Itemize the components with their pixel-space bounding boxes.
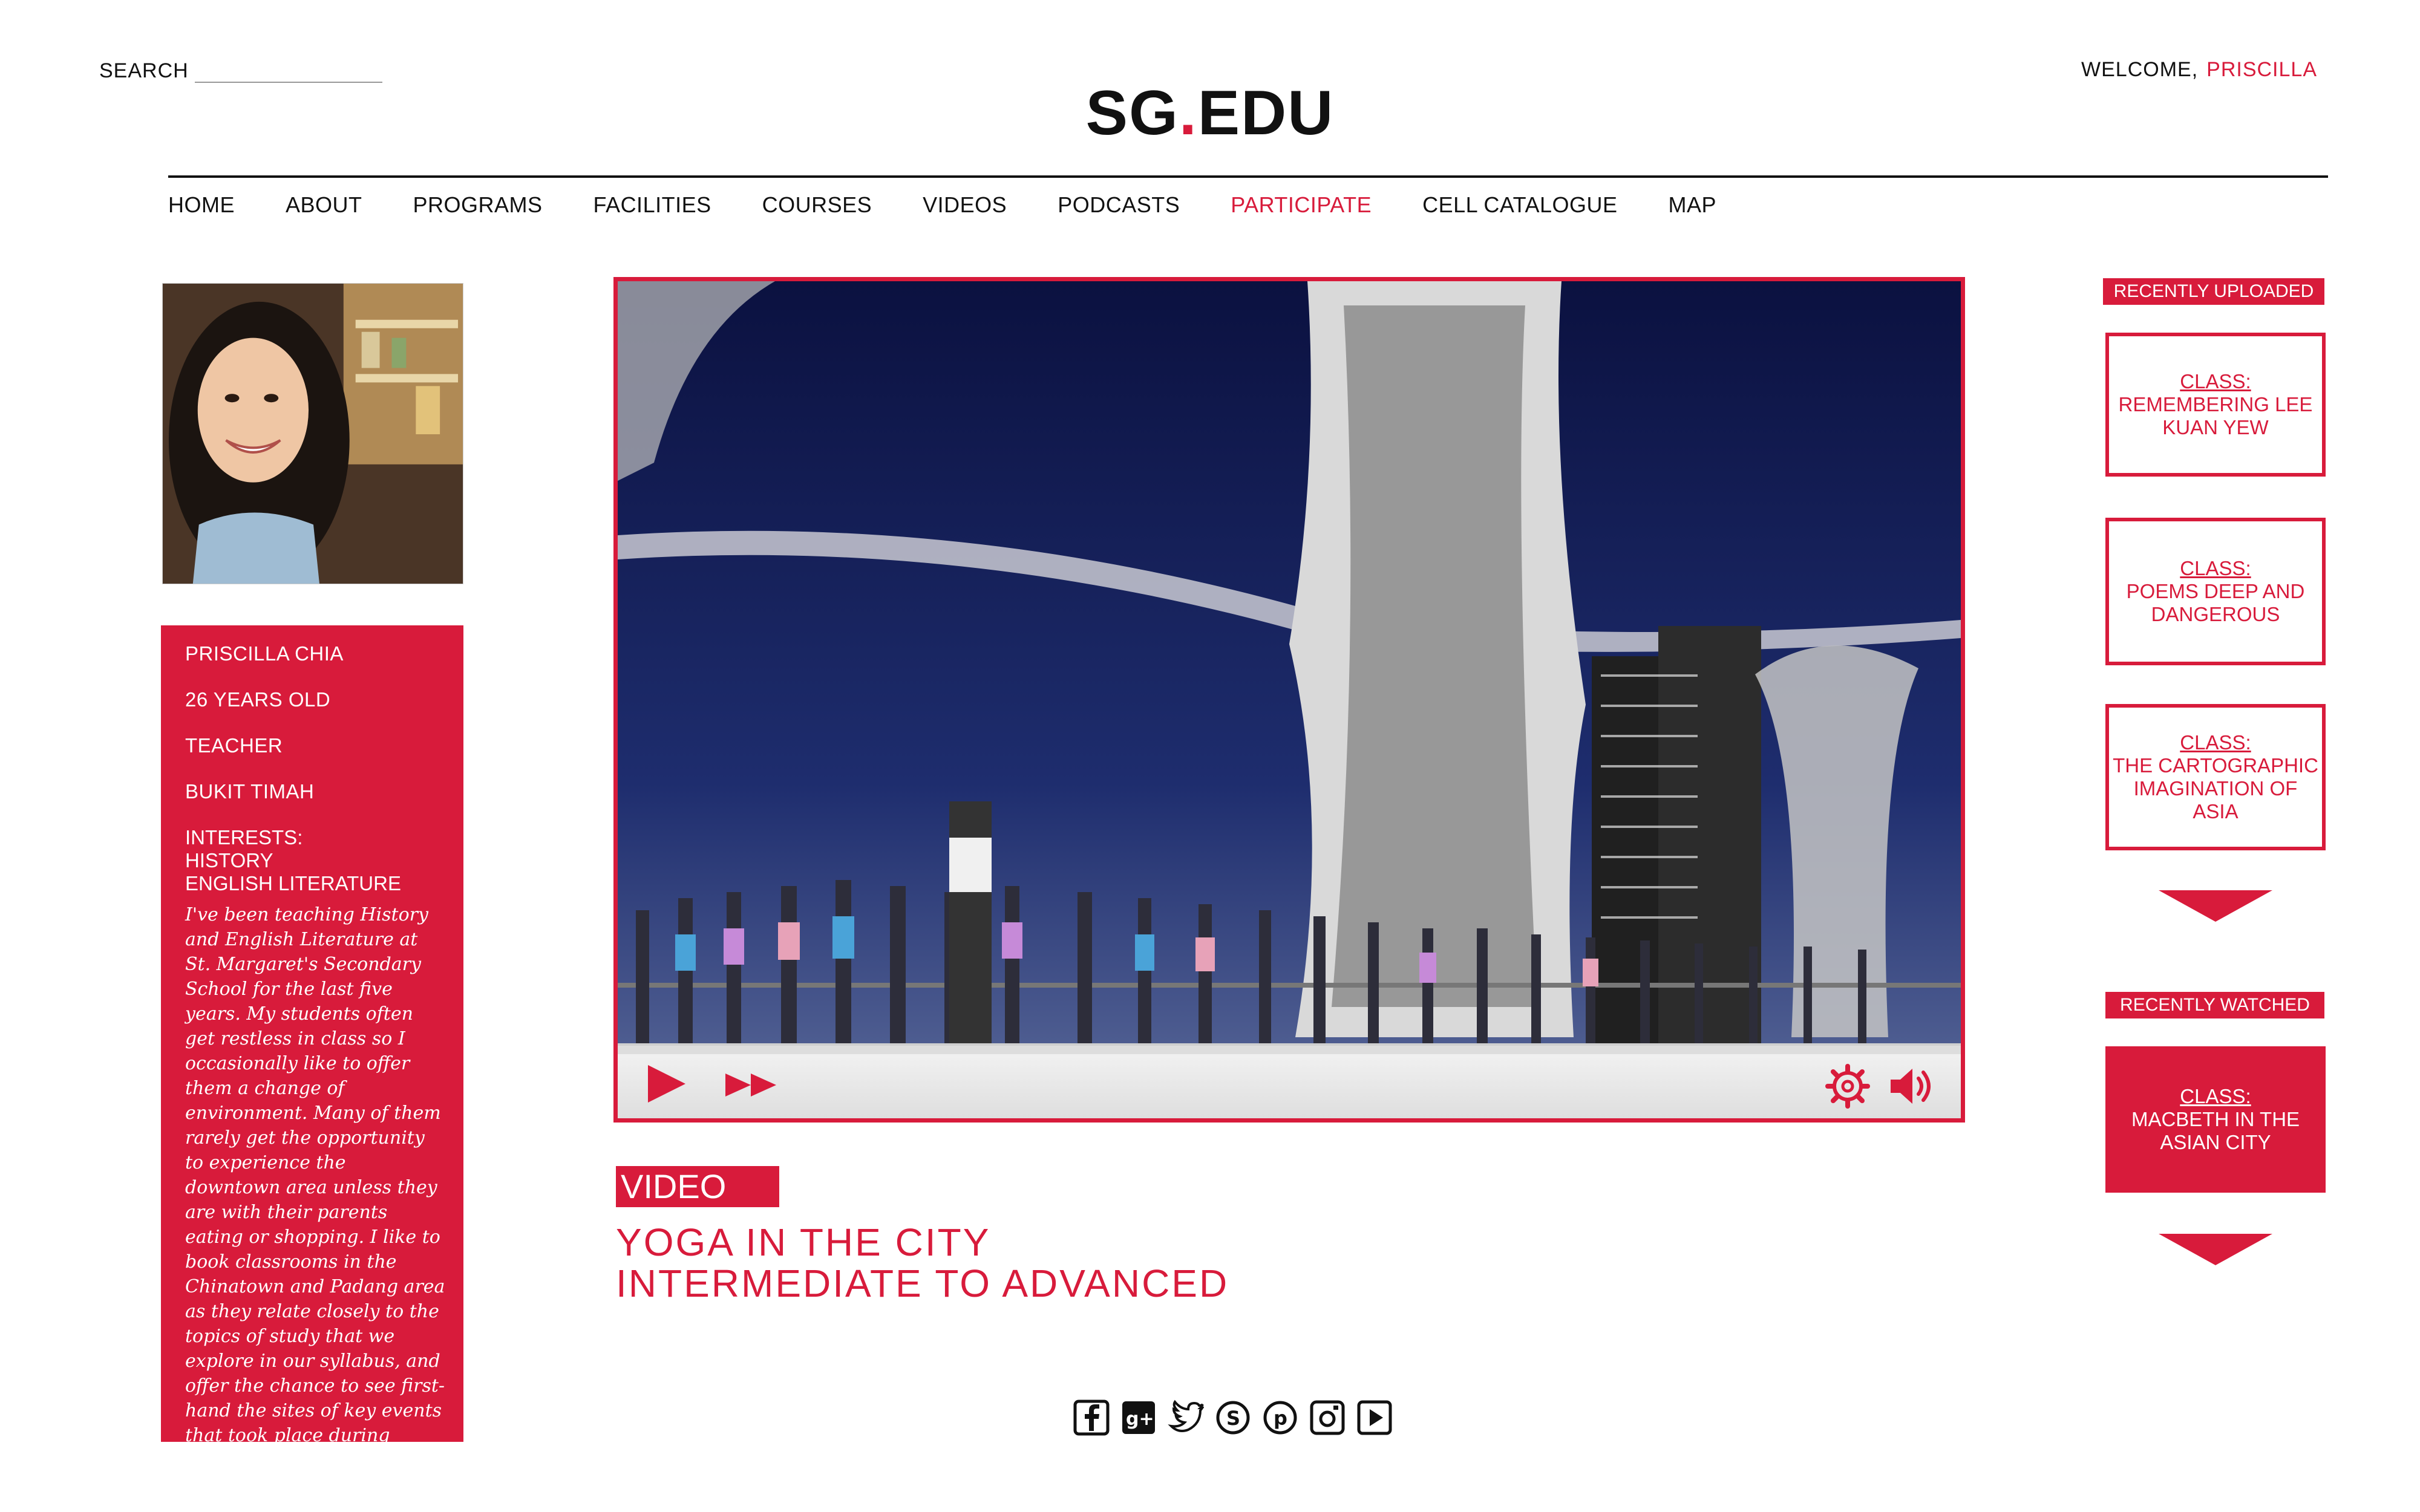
interest-item: ENGLISH LITERATURE bbox=[185, 872, 401, 894]
svg-text:p: p bbox=[1274, 1407, 1287, 1430]
logo-text-right: EDU bbox=[1197, 78, 1335, 148]
video-title-line: YOGA IN THE CITY bbox=[616, 1220, 991, 1264]
class-label: CLASS: bbox=[2180, 731, 2251, 754]
skype-icon[interactable]: S bbox=[1215, 1400, 1251, 1436]
recently-uploaded-item[interactable]: CLASS: THE CARTOGRAPHIC IMAGINATION OF A… bbox=[2105, 704, 2326, 850]
nav-item-podcasts[interactable]: PODCASTS bbox=[1058, 192, 1180, 218]
profile-location: BUKIT TIMAH bbox=[185, 780, 315, 803]
welcome-label: WELCOME, bbox=[2081, 58, 2199, 81]
interest-item: HISTORY bbox=[185, 849, 273, 872]
video-title: YOGA IN THE CITY INTERMEDIATE TO ADVANCE… bbox=[616, 1222, 1229, 1304]
profile-interests: INTERESTS: HISTORY ENGLISH LITERATURE bbox=[185, 826, 445, 895]
welcome-message: WELCOME, PRISCILLA bbox=[2081, 58, 2317, 82]
class-label: CLASS: bbox=[2180, 1085, 2251, 1107]
video-progress-bar[interactable] bbox=[618, 1046, 1961, 1054]
recently-uploaded-more-arrow[interactable] bbox=[2159, 890, 2272, 922]
video-frame-image bbox=[618, 281, 1961, 1118]
video-subtitle-line: INTERMEDIATE TO ADVANCED bbox=[616, 1262, 1229, 1305]
class-label: CLASS: bbox=[2180, 557, 2251, 579]
class-label: CLASS: bbox=[2180, 370, 2251, 393]
facebook-icon[interactable] bbox=[1073, 1400, 1110, 1436]
pinterest-icon[interactable]: p bbox=[1262, 1400, 1298, 1436]
video-player[interactable] bbox=[613, 277, 1965, 1123]
recently-uploaded-item[interactable]: CLASS: REMEMBERING LEE KUAN YEW bbox=[2105, 333, 2326, 477]
class-title: THE CARTOGRAPHIC IMAGINATION OF ASIA bbox=[2113, 754, 2318, 823]
site-logo[interactable]: SG.EDU bbox=[0, 77, 2420, 149]
nav-item-programs[interactable]: PROGRAMS bbox=[413, 192, 543, 218]
nav-item-cell-catalogue[interactable]: CELL CATALOGUE bbox=[1422, 192, 1617, 218]
profile-photo bbox=[162, 283, 463, 584]
profile-name: PRISCILLA CHIA bbox=[185, 642, 344, 665]
nav-item-about[interactable]: ABOUT bbox=[286, 192, 362, 218]
gear-icon[interactable] bbox=[1825, 1064, 1870, 1112]
volume-icon[interactable] bbox=[1888, 1064, 1937, 1112]
nav-item-map[interactable]: MAP bbox=[1669, 192, 1717, 218]
main-nav: HOME ABOUT PROGRAMS FACILITIES COURSES V… bbox=[168, 192, 1767, 218]
recently-watched-more-arrow[interactable] bbox=[2159, 1234, 2272, 1265]
profile-bio: I've been teaching History and English L… bbox=[185, 904, 445, 1471]
video-type-badge: VIDEO bbox=[616, 1166, 779, 1207]
svg-text:S: S bbox=[1226, 1407, 1240, 1430]
logo-dot: . bbox=[1179, 78, 1198, 148]
fast-forward-icon[interactable] bbox=[724, 1072, 779, 1101]
user-name-link[interactable]: PRISCILLA bbox=[2206, 58, 2317, 81]
class-title: POEMS DEEP AND DANGEROUS bbox=[2126, 580, 2305, 625]
social-links: g+ S p bbox=[1073, 1400, 1393, 1436]
profile-age: 26 YEARS OLD bbox=[185, 688, 331, 711]
svg-text:g+: g+ bbox=[1126, 1409, 1154, 1430]
nav-item-courses[interactable]: COURSES bbox=[762, 192, 872, 218]
recently-uploaded-heading: RECENTLY UPLOADED bbox=[2103, 278, 2324, 305]
recently-watched-heading: RECENTLY WATCHED bbox=[2105, 992, 2324, 1018]
instagram-icon[interactable] bbox=[1309, 1400, 1346, 1436]
youtube-icon[interactable] bbox=[1356, 1400, 1393, 1436]
interests-label: INTERESTS: bbox=[185, 826, 303, 849]
nav-item-participate[interactable]: PARTICIPATE bbox=[1231, 192, 1372, 218]
twitter-icon[interactable] bbox=[1168, 1400, 1204, 1436]
recently-uploaded-item[interactable]: CLASS: POEMS DEEP AND DANGEROUS bbox=[2105, 518, 2326, 665]
logo-text-left: SG bbox=[1085, 78, 1179, 148]
profile-card: PRISCILLA CHIA 26 YEARS OLD TEACHER BUKI… bbox=[161, 625, 463, 1471]
play-icon[interactable] bbox=[646, 1064, 688, 1107]
nav-item-facilities[interactable]: FACILITIES bbox=[594, 192, 711, 218]
class-title: REMEMBERING LEE KUAN YEW bbox=[2118, 393, 2313, 438]
google-plus-icon[interactable]: g+ bbox=[1120, 1400, 1157, 1436]
profile-occupation: TEACHER bbox=[185, 734, 283, 757]
class-title: MACBETH IN THE ASIAN CITY bbox=[2131, 1108, 2300, 1153]
video-controls bbox=[618, 1046, 1961, 1118]
nav-item-videos[interactable]: VIDEOS bbox=[923, 192, 1007, 218]
recently-watched-item[interactable]: CLASS: MACBETH IN THE ASIAN CITY bbox=[2105, 1046, 2326, 1193]
nav-item-home[interactable]: HOME bbox=[168, 192, 235, 218]
header-divider bbox=[168, 175, 2328, 178]
